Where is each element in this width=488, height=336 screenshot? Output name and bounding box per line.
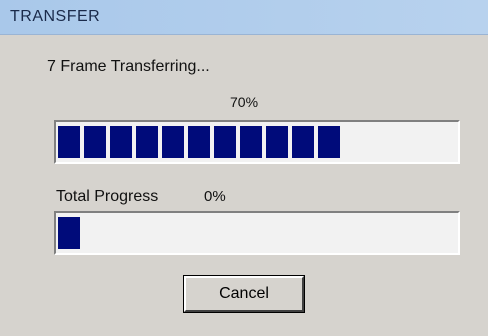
- total-progress-fill: [58, 217, 80, 249]
- progress-segment: [136, 126, 158, 158]
- current-percent-label: 70%: [230, 94, 259, 110]
- current-progress-bar: [54, 120, 460, 164]
- total-progress-label: Total Progress: [56, 188, 159, 205]
- window-title: TRANSFER: [10, 8, 101, 25]
- transfer-dialog: TRANSFER 7 Frame Transferring... 70% Tot…: [0, 0, 488, 336]
- progress-segment: [84, 126, 106, 158]
- total-progress-bar: [54, 211, 460, 255]
- total-percent-label: 0%: [204, 188, 226, 205]
- progress-segment: [292, 126, 314, 158]
- current-progress-fill: [58, 126, 340, 158]
- progress-segment: [188, 126, 210, 158]
- cancel-button[interactable]: Cancel: [183, 275, 305, 313]
- progress-segment: [240, 126, 262, 158]
- transfer-status-text: 7 Frame Transferring...: [47, 58, 210, 75]
- progress-segment: [214, 126, 236, 158]
- progress-segment: [58, 126, 80, 158]
- progress-segment: [58, 217, 80, 249]
- progress-segment: [266, 126, 288, 158]
- progress-segment: [110, 126, 132, 158]
- progress-segment: [318, 126, 340, 158]
- title-bar[interactable]: TRANSFER: [0, 0, 488, 35]
- progress-segment: [162, 126, 184, 158]
